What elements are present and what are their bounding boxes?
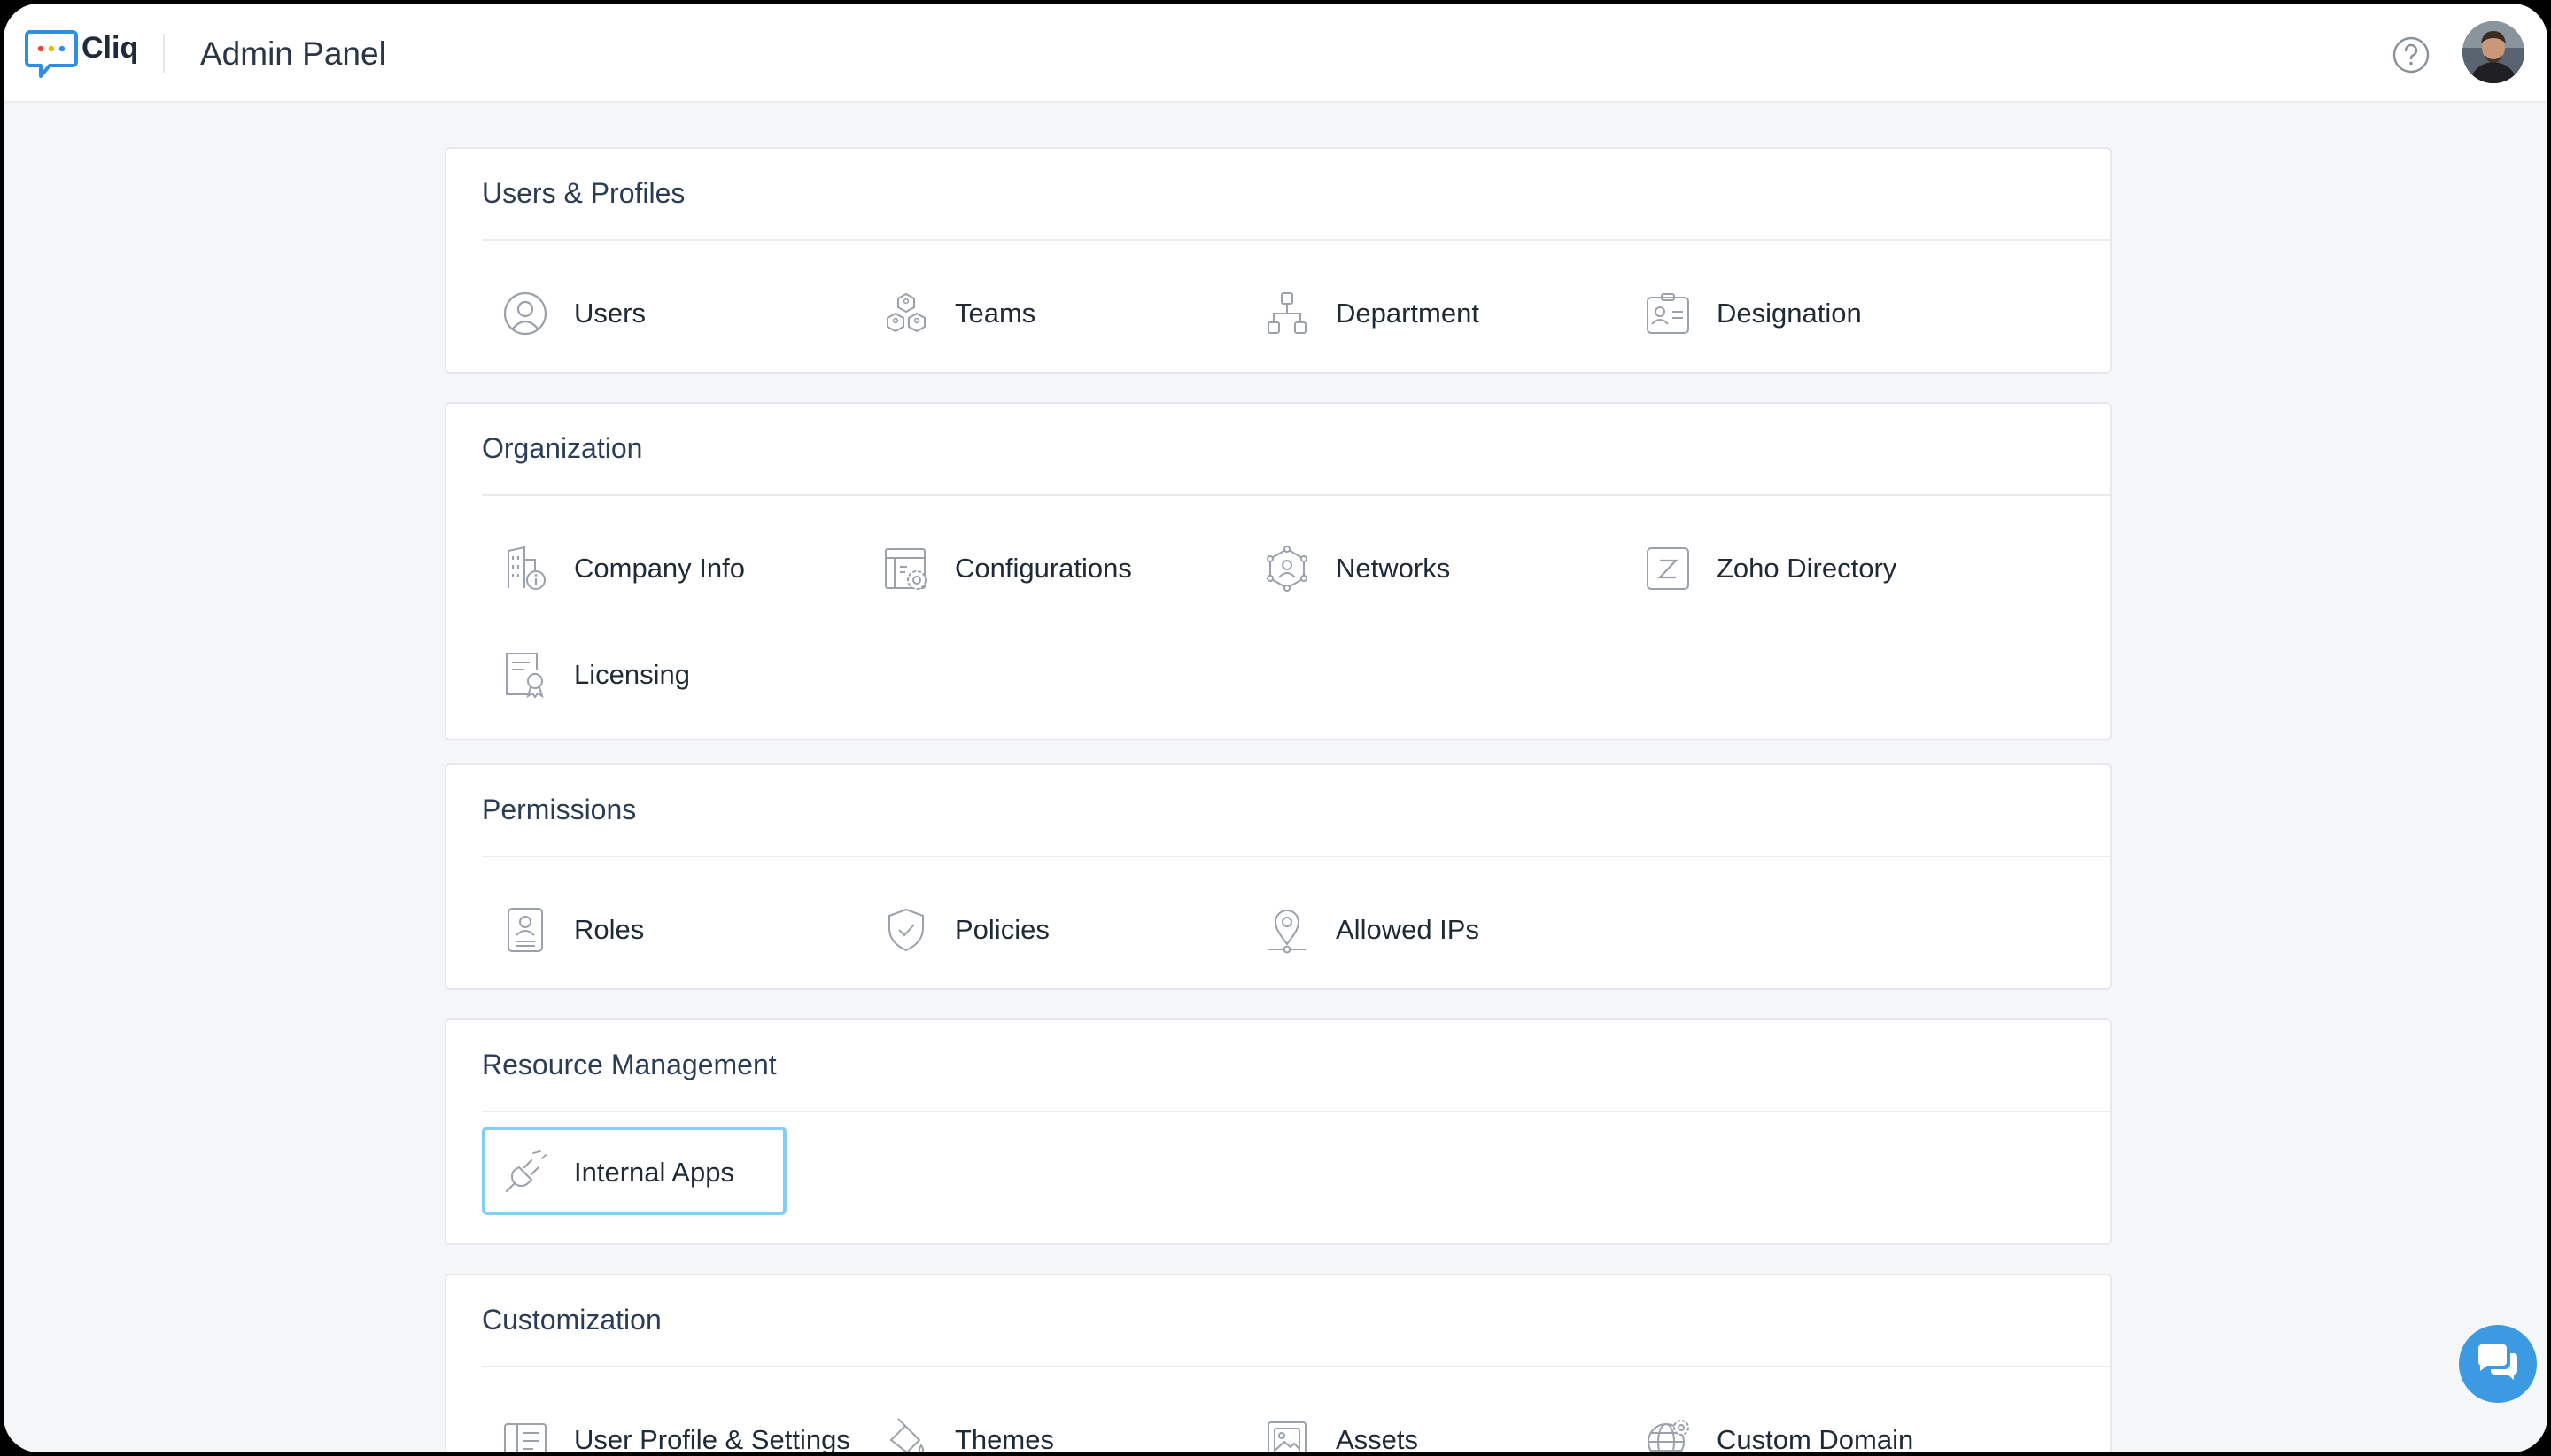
section-title: Users & Profiles [482, 177, 686, 209]
item-label: Zoho Directory [1717, 553, 1897, 584]
item-label: Themes [955, 1424, 1054, 1452]
building-info-icon [501, 544, 549, 593]
admin-item-policies[interactable]: Policies [863, 884, 1167, 972]
item-label: Designation [1717, 298, 1862, 329]
admin-item-roles[interactable]: Roles [482, 884, 787, 972]
teams-icon [882, 289, 930, 338]
item-label: Custom Domain [1717, 1424, 1914, 1452]
section-title: Resource Management [482, 1049, 777, 1080]
item-label: Users [574, 298, 646, 329]
shield-check-icon [882, 905, 930, 955]
role-badge-icon [501, 905, 549, 955]
admin-item-configurations[interactable]: Configurations [863, 523, 1167, 611]
admin-item-allowed-ips[interactable]: Allowed IPs [1244, 884, 1548, 972]
item-label: Internal Apps [574, 1157, 734, 1188]
item-label: Policies [955, 914, 1050, 945]
z-directory-icon [1644, 544, 1692, 593]
item-label: Department [1336, 298, 1479, 329]
section-divider [482, 1366, 2110, 1367]
section-title: Customization [482, 1304, 662, 1336]
chat-widget-button[interactable] [2459, 1325, 2537, 1403]
brand-name: Cliq [81, 31, 139, 65]
org-chart-icon [1263, 289, 1311, 338]
paint-bucket-icon [882, 1415, 930, 1452]
admin-item-themes[interactable]: Themes [863, 1394, 1167, 1452]
item-label: User Profile & Settings [574, 1424, 850, 1452]
plug-icon [501, 1148, 549, 1197]
item-label: Allowed IPs [1336, 914, 1479, 945]
config-gear-icon [882, 544, 930, 593]
admin-item-networks[interactable]: Networks [1244, 523, 1548, 611]
chat-bubbles-icon [2475, 1343, 2521, 1385]
network-icon [1263, 544, 1311, 593]
admin-item-company-info[interactable]: Company Info [482, 523, 787, 611]
cliq-logo-icon[interactable] [25, 28, 78, 80]
admin-item-teams[interactable]: Teams [863, 267, 1167, 356]
item-label: Roles [574, 914, 645, 945]
section-customization: Customization User Profile & Settings Th… [445, 1274, 2112, 1452]
admin-item-users[interactable]: Users [482, 267, 787, 356]
section-resource-management: Resource Management Internal Apps [445, 1018, 2112, 1245]
item-label: Configurations [955, 553, 1132, 584]
section-divider [482, 856, 2110, 857]
app-window: Cliq Admin Panel Users & Profiles Users … [4, 4, 2547, 1452]
item-label: Company Info [574, 553, 745, 584]
section-divider [482, 1111, 2110, 1112]
item-label: Assets [1336, 1424, 1419, 1452]
section-organization: Organization Company Info Configurations… [445, 402, 2112, 740]
id-badge-icon [1644, 289, 1692, 338]
section-title: Organization [482, 432, 643, 464]
admin-item-user-profile-settings[interactable]: User Profile & Settings [482, 1394, 850, 1452]
section-permissions: Permissions Roles Policies Allowed IPs [445, 763, 2112, 990]
location-pin-icon [1263, 905, 1311, 955]
help-circle-icon[interactable] [2392, 35, 2431, 74]
license-certificate-icon [501, 650, 549, 700]
admin-item-assets[interactable]: Assets [1244, 1394, 1548, 1452]
admin-item-zoho-directory[interactable]: Zoho Directory [1624, 523, 1929, 611]
item-label: Licensing [574, 659, 690, 690]
section-divider [482, 494, 2110, 496]
profile-layout-icon [501, 1415, 549, 1452]
section-users-profiles: Users & Profiles Users Teams Department … [445, 147, 2112, 374]
image-assets-icon [1263, 1415, 1311, 1452]
user-avatar[interactable] [2462, 21, 2524, 83]
globe-gear-icon [1644, 1415, 1692, 1452]
admin-item-designation[interactable]: Designation [1624, 267, 1929, 356]
admin-item-custom-domain[interactable]: Custom Domain [1624, 1394, 1929, 1452]
section-divider [482, 239, 2110, 241]
admin-item-internal-apps[interactable]: Internal Apps [482, 1127, 787, 1215]
user-circle-icon [501, 289, 549, 338]
header-divider [163, 34, 165, 73]
admin-item-department[interactable]: Department [1244, 267, 1548, 356]
page-title: Admin Panel [200, 35, 386, 72]
top-bar: Cliq Admin Panel [4, 4, 2547, 103]
item-label: Teams [955, 298, 1036, 329]
section-title: Permissions [482, 794, 637, 825]
item-label: Networks [1336, 553, 1451, 584]
admin-item-licensing[interactable]: Licensing [482, 629, 787, 717]
